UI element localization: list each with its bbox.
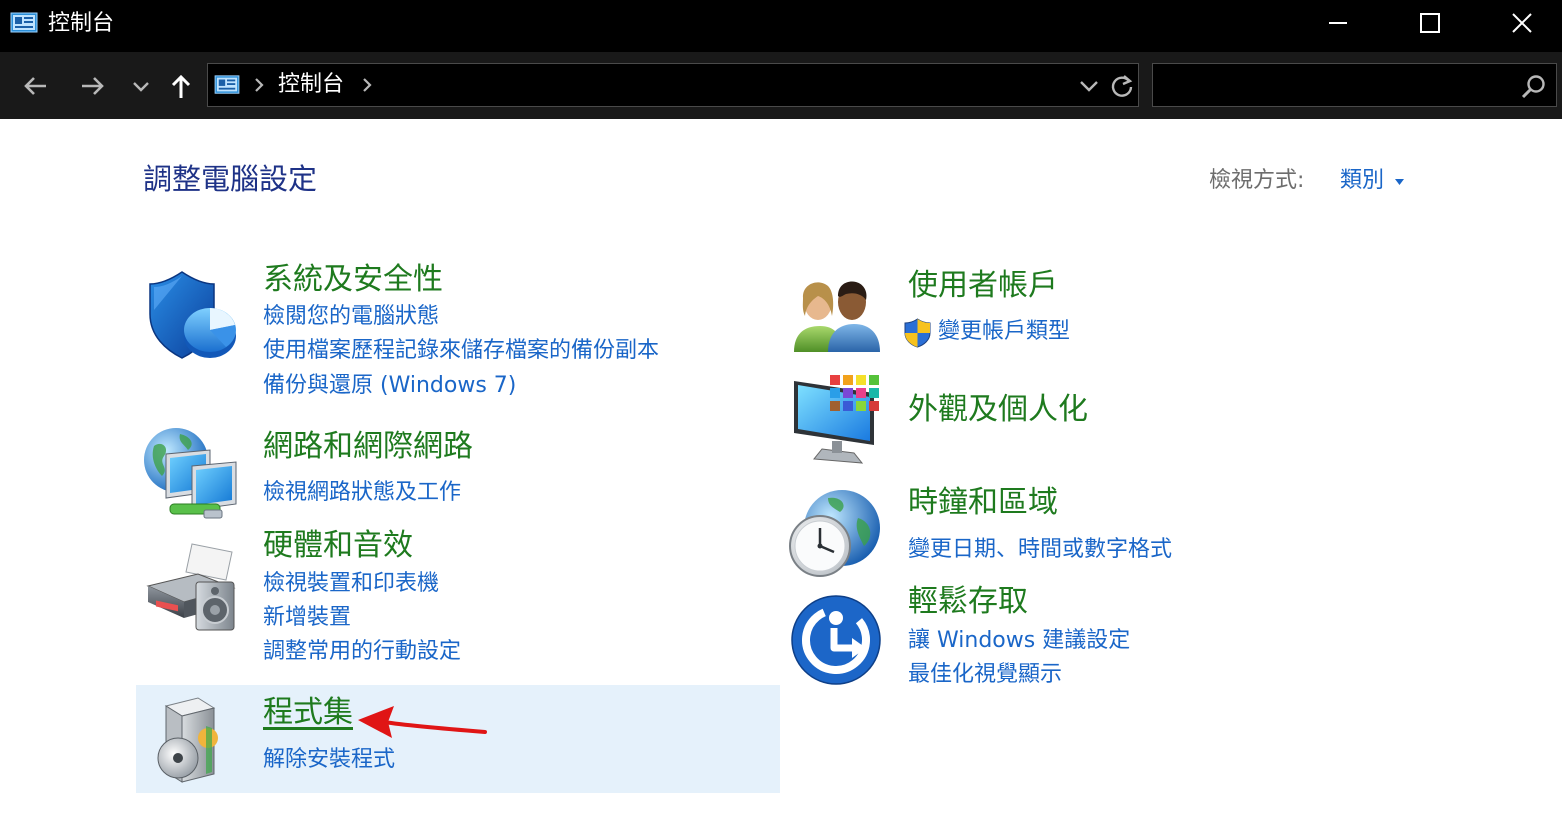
link-backup-restore[interactable]: 備份與還原 (Windows 7) bbox=[263, 371, 516, 401]
link-file-history-backup[interactable]: 使用檔案歷程記錄來儲存檔案的備份副本 bbox=[263, 336, 659, 366]
address-bar[interactable]: 控制台 bbox=[207, 63, 1139, 107]
link-uninstall-program[interactable]: 解除安裝程式 bbox=[263, 745, 395, 775]
close-icon bbox=[1512, 13, 1532, 33]
close-button[interactable] bbox=[1476, 0, 1562, 46]
category-title-hardware-sound[interactable]: 硬體和音效 bbox=[263, 526, 413, 566]
uac-shield-icon bbox=[904, 318, 931, 348]
maximize-button[interactable] bbox=[1384, 0, 1476, 46]
maximize-icon bbox=[1420, 13, 1440, 33]
link-add-device[interactable]: 新增裝置 bbox=[263, 603, 351, 633]
monitor-palette-icon[interactable] bbox=[792, 375, 884, 467]
printer-speaker-icon[interactable] bbox=[144, 540, 240, 632]
link-optimize-visual-display[interactable]: 最佳化視覺顯示 bbox=[908, 660, 1062, 690]
arrow-right-icon bbox=[82, 77, 104, 95]
breadcrumb-control-panel[interactable]: 控制台 bbox=[278, 71, 344, 99]
minimize-icon bbox=[1329, 22, 1347, 24]
clock-globe-icon[interactable] bbox=[788, 488, 882, 580]
back-button[interactable] bbox=[16, 66, 54, 106]
view-by-dropdown[interactable]: 類別 bbox=[1340, 166, 1384, 196]
link-review-computer-status[interactable]: 檢閱您的電腦狀態 bbox=[263, 302, 439, 332]
search-box[interactable] bbox=[1152, 63, 1557, 107]
red-arrow-icon bbox=[358, 706, 487, 738]
view-by-label: 檢視方式: bbox=[1209, 168, 1305, 193]
link-network-status[interactable]: 檢視網路狀態及工作 bbox=[263, 478, 461, 508]
page-title: 調整電腦設定 bbox=[143, 162, 318, 196]
search-input[interactable] bbox=[1161, 72, 1501, 98]
search-icon[interactable] bbox=[1521, 74, 1547, 100]
up-button[interactable] bbox=[162, 66, 200, 106]
category-title-appearance[interactable]: 外觀及個人化 bbox=[908, 390, 1088, 430]
control-panel-icon bbox=[214, 75, 240, 94]
category-title-ease-of-access[interactable]: 輕鬆存取 bbox=[908, 582, 1028, 622]
arrow-left-icon bbox=[24, 77, 46, 95]
chevron-down-icon[interactable] bbox=[1078, 76, 1100, 96]
category-title-programs[interactable]: 程式集 bbox=[263, 693, 353, 733]
recent-locations-button[interactable] bbox=[122, 66, 160, 106]
category-title-user-accounts[interactable]: 使用者帳戶 bbox=[908, 266, 1058, 306]
title-bar: 控制台 bbox=[0, 0, 1562, 52]
link-mobility-settings[interactable]: 調整常用的行動設定 bbox=[263, 637, 461, 667]
programs-box-icon[interactable] bbox=[154, 696, 234, 786]
chevron-right-icon[interactable] bbox=[360, 75, 374, 95]
link-change-account-type[interactable]: 變更帳戶類型 bbox=[938, 317, 1070, 347]
chevron-down-icon bbox=[133, 82, 149, 92]
caret-down-icon[interactable] bbox=[1395, 179, 1404, 185]
minimize-button[interactable] bbox=[1292, 0, 1384, 46]
users-icon[interactable] bbox=[790, 276, 882, 352]
ease-of-access-icon[interactable] bbox=[790, 594, 882, 686]
chevron-right-icon[interactable] bbox=[252, 75, 266, 95]
link-let-windows-suggest[interactable]: 讓 Windows 建議設定 bbox=[908, 626, 1130, 656]
navigation-bar: 控制台 bbox=[0, 52, 1562, 119]
security-shield-icon[interactable] bbox=[146, 270, 240, 362]
refresh-icon[interactable] bbox=[1110, 73, 1134, 99]
network-globe-icon[interactable] bbox=[140, 424, 240, 520]
window-title: 控制台 bbox=[48, 11, 115, 36]
forward-button[interactable] bbox=[74, 66, 112, 106]
link-change-date-time-format[interactable]: 變更日期、時間或數字格式 bbox=[908, 535, 1172, 565]
category-title-clock-region[interactable]: 時鐘和區域 bbox=[908, 483, 1058, 523]
control-panel-icon bbox=[10, 12, 38, 33]
category-title-system-security[interactable]: 系統及安全性 bbox=[263, 260, 443, 300]
category-title-network-internet[interactable]: 網路和網際網路 bbox=[263, 427, 473, 467]
link-devices-printers[interactable]: 檢視裝置和印表機 bbox=[263, 569, 439, 599]
arrow-up-icon bbox=[171, 74, 191, 98]
